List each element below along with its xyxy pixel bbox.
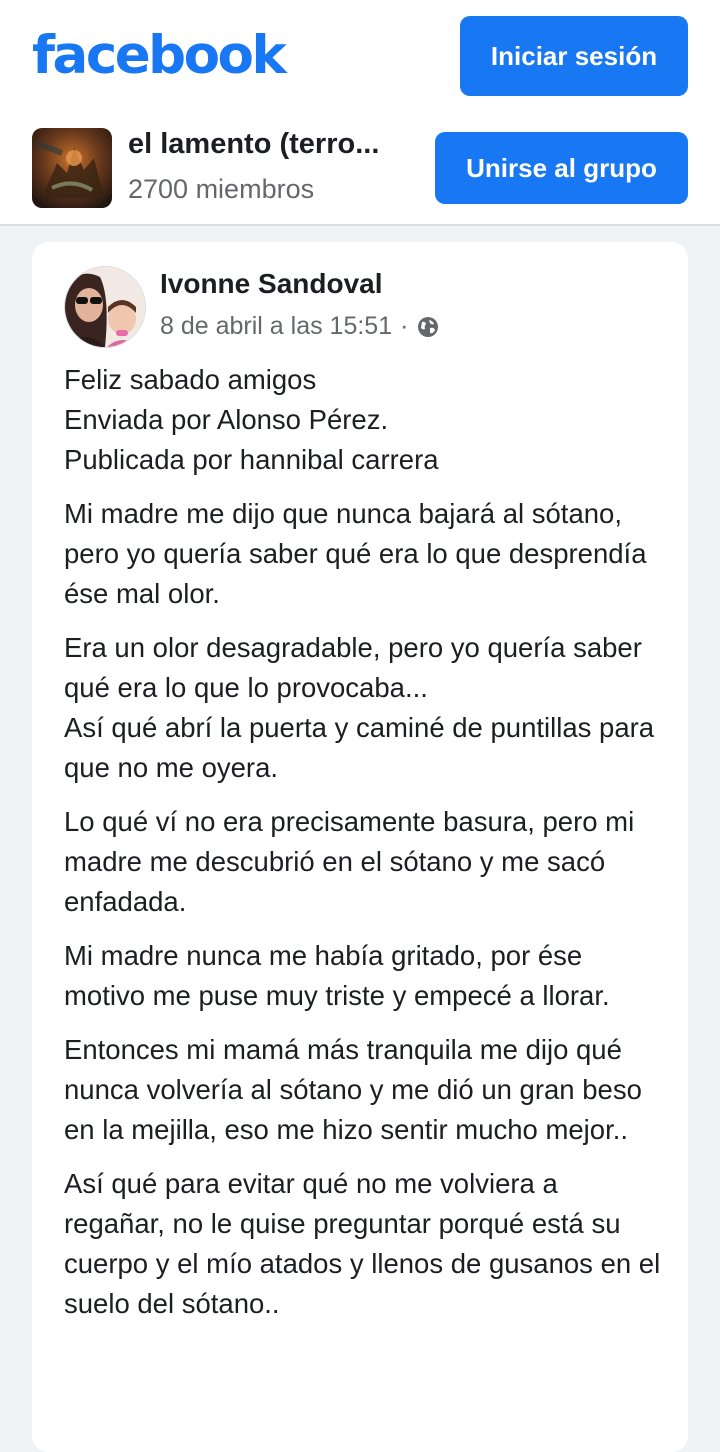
post-paragraph: Feliz sabado amigos Enviada por Alonso P… (64, 364, 439, 475)
group-name[interactable]: el lamento (terro... (128, 128, 379, 161)
post-author-name[interactable]: Ivonne Sandoval (160, 268, 383, 300)
globe-icon (416, 315, 440, 339)
post-paragraph: Así qué para evitar qué no me volviera a… (64, 1168, 661, 1319)
post-timestamp[interactable]: 8 de abril a las 15:51 (160, 312, 392, 341)
group-header: el lamento (terro... 2700 miembros Unirs… (0, 112, 720, 226)
login-button[interactable]: Iniciar sesión (460, 16, 688, 96)
post-paragraph: Mi madre me dijo que nunca bajará al sót… (64, 498, 647, 609)
avatar[interactable] (64, 266, 146, 348)
top-bar: facebook Iniciar sesión (0, 0, 720, 112)
post-paragraph: Lo qué ví no era precisamente basura, pe… (64, 806, 635, 917)
post-card: Ivonne Sandoval 8 de abril a las 15:51 ·… (32, 242, 688, 1452)
facebook-logo[interactable]: facebook (32, 24, 287, 88)
post-meta: 8 de abril a las 15:51 · (160, 312, 440, 341)
post-paragraph: Mi madre nunca me había gritado, por ése… (64, 940, 610, 1011)
post-paragraph: Entonces mi mamá más tranquila me dijo q… (64, 1034, 642, 1145)
group-member-count: 2700 miembros (128, 174, 315, 204)
post-body: Feliz sabado amigos Enviada por Alonso P… (64, 360, 664, 1338)
post-paragraph: Era un olor desagradable, pero yo quería… (64, 632, 655, 783)
group-cover-image[interactable] (32, 128, 112, 208)
join-group-button[interactable]: Unirse al grupo (435, 132, 688, 204)
meta-separator: · (400, 312, 409, 340)
